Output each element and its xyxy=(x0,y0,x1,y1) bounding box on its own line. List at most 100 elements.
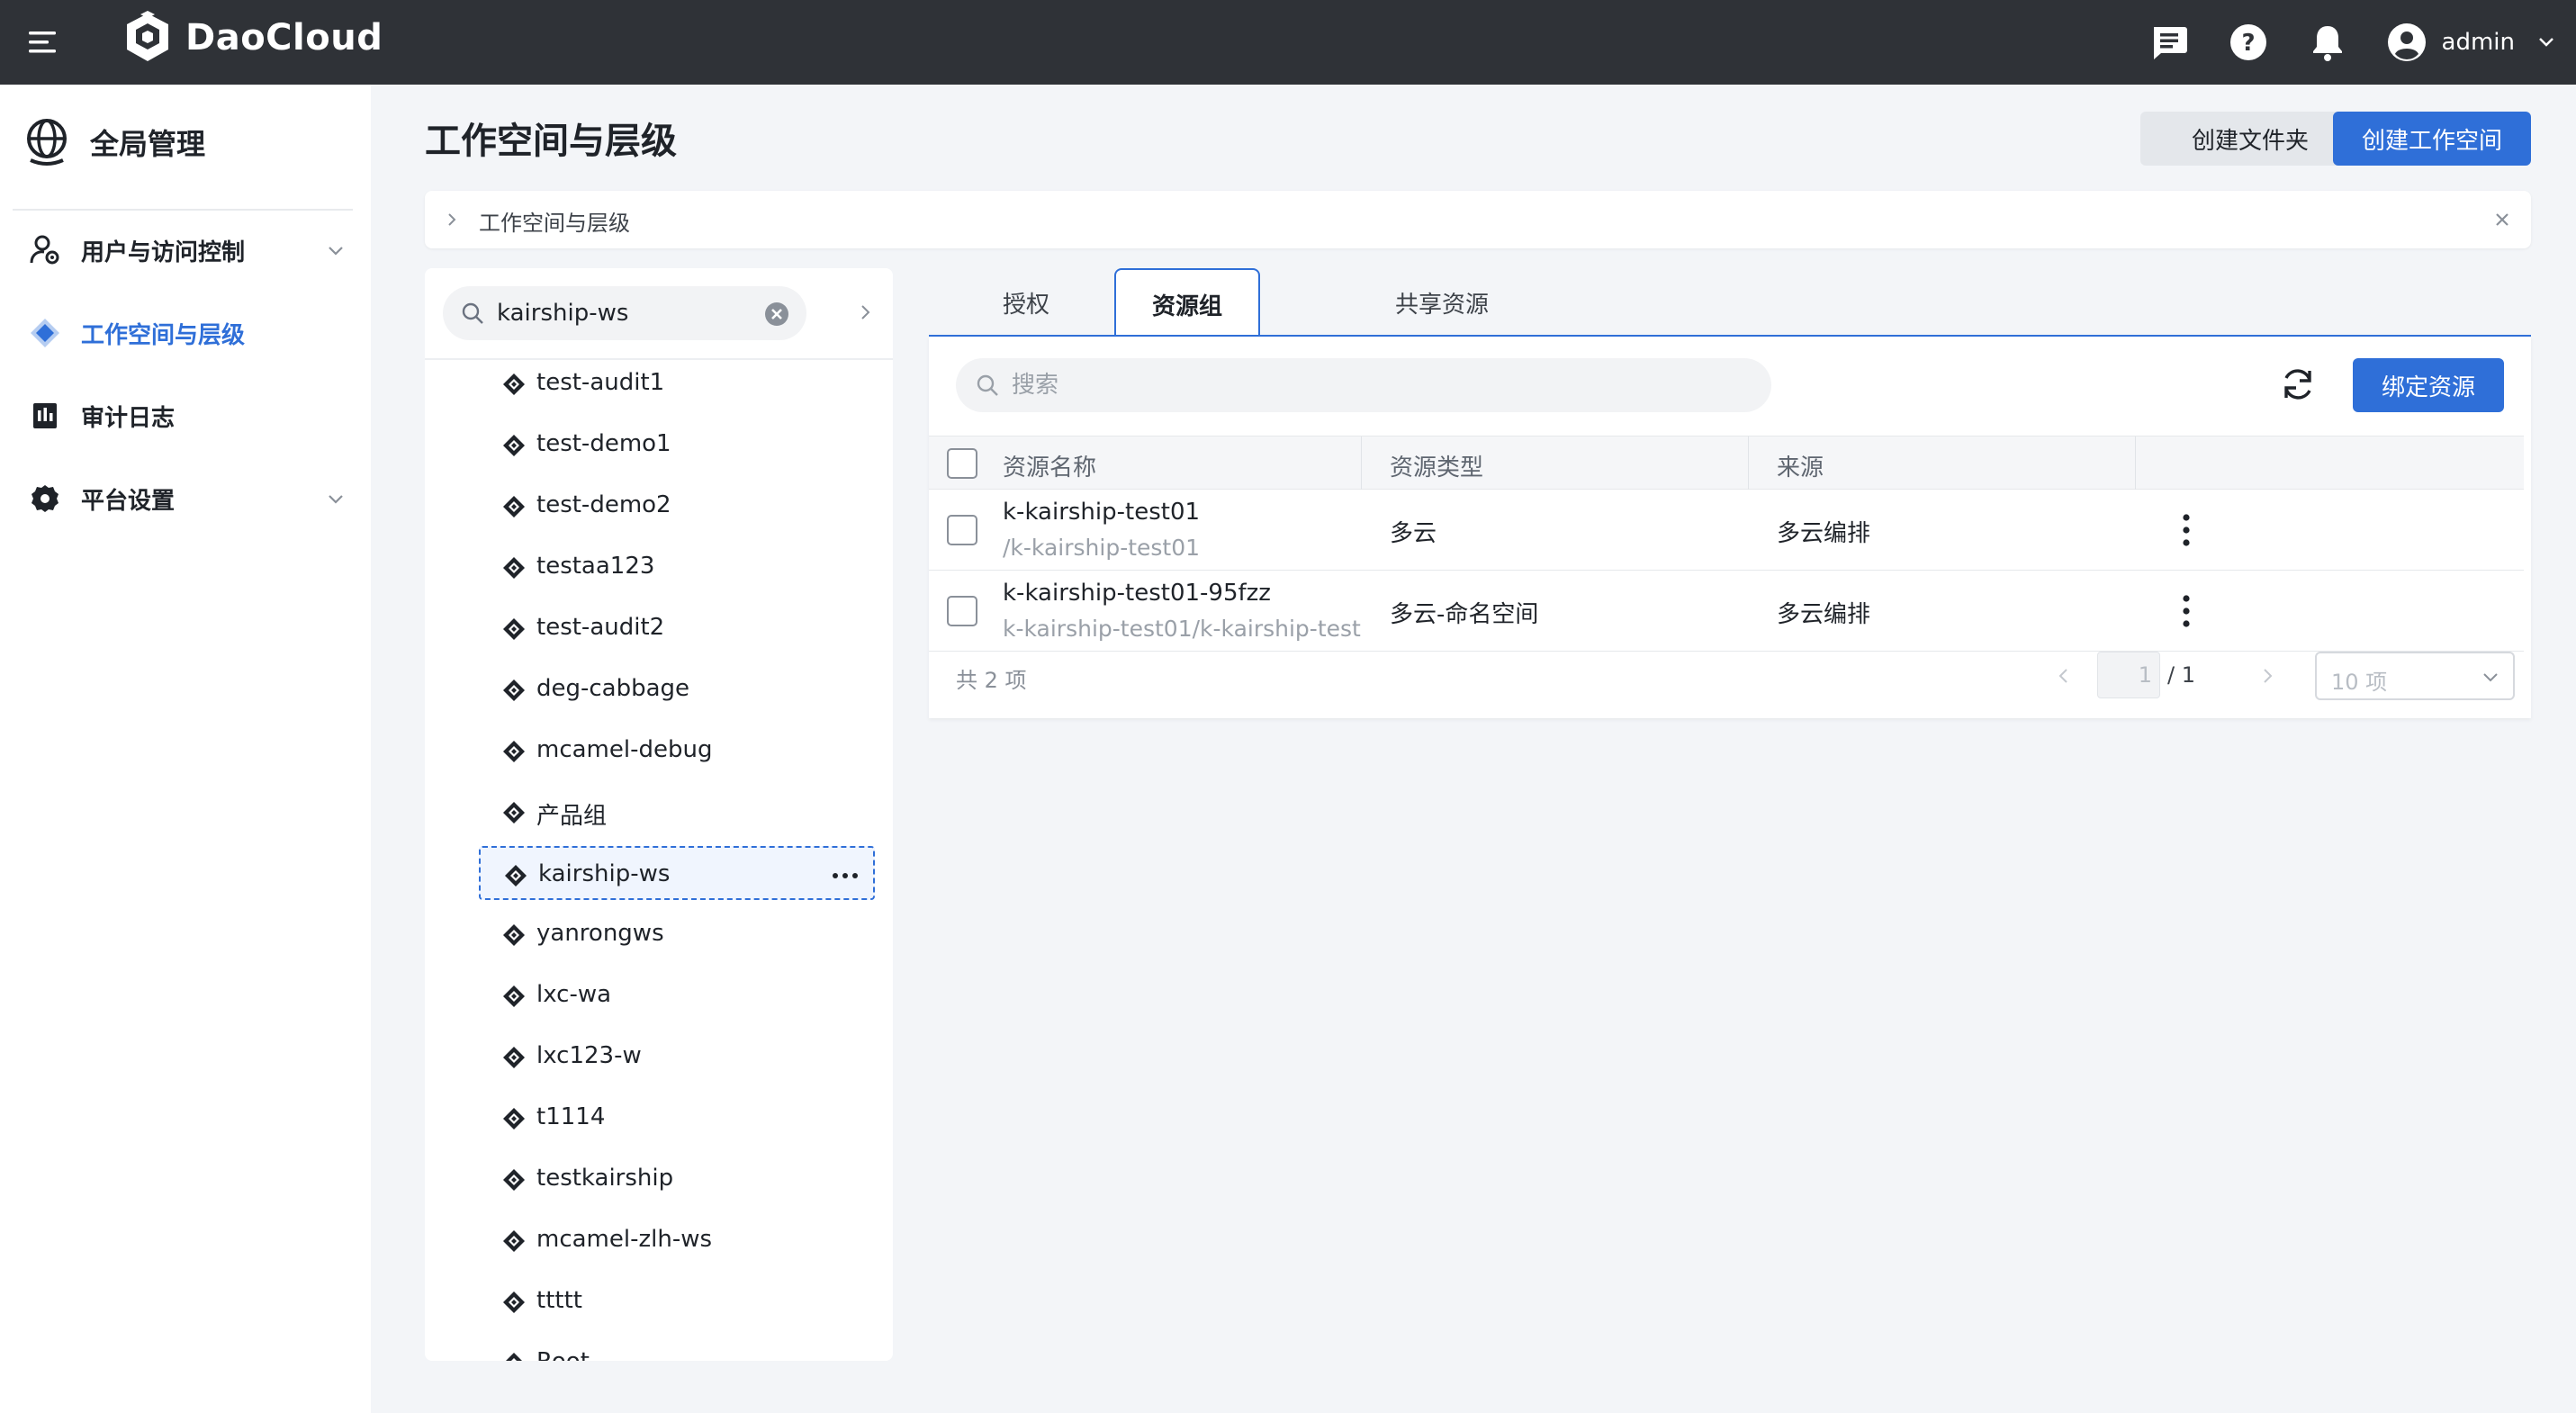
resource-type: 多云 xyxy=(1390,520,1437,547)
resource-search-input[interactable] xyxy=(1010,367,1730,403)
tree-node[interactable]: mcamel-debug xyxy=(479,724,875,778)
page-size-select[interactable]: 10 项 xyxy=(2315,652,2515,700)
tree-node-label: yanrongws xyxy=(536,920,664,947)
resource-name: k-kairship-test01 xyxy=(1003,499,1201,526)
globe-icon xyxy=(27,119,67,166)
create-folder-button[interactable]: 创建文件夹 xyxy=(2140,112,2360,166)
column-header-name: 资源名称 xyxy=(1003,454,1097,482)
workspace-tree-panel: test-audit1 test-demo1 test-demo2 testaa123… xyxy=(425,268,893,1361)
refresh-icon[interactable] xyxy=(2277,364,2319,405)
tree-node[interactable]: t1114 xyxy=(479,1091,875,1145)
tree-node-label: lxc-wa xyxy=(536,981,612,1008)
chevron-right-icon[interactable] xyxy=(855,302,875,322)
more-vertical-icon[interactable] xyxy=(2182,594,2191,628)
user-name: admin xyxy=(2441,29,2515,56)
sidebar-item-audit-log[interactable]: 审计日志 xyxy=(0,380,371,452)
gear-icon xyxy=(32,485,59,512)
tree-node-label: mcamel-debug xyxy=(536,736,713,763)
hamburger-icon[interactable] xyxy=(27,24,63,60)
resource-group-card: 绑定资源 资源名称 资源类型 来源 k-kairship-test01 /k-k… xyxy=(929,337,2531,718)
user-avatar-icon xyxy=(2387,23,2426,61)
tree-node[interactable]: deg-cabbage xyxy=(479,662,875,716)
workspace-diamond-icon xyxy=(503,802,525,824)
tree-node[interactable]: kairship-ws xyxy=(479,846,875,900)
tree-node[interactable]: 产品组 xyxy=(479,785,875,839)
search-icon xyxy=(462,302,483,324)
page-size-value: 10 项 xyxy=(2331,670,2388,695)
sidebar-item-users[interactable]: 用户与访问控制 xyxy=(0,214,371,286)
logo[interactable]: DaoCloud xyxy=(122,11,383,65)
sidebar-title: 全局管理 xyxy=(90,127,206,161)
workspace-diamond-icon xyxy=(31,319,59,347)
workspace-diamond-icon xyxy=(503,680,525,701)
chevron-right-icon[interactable] xyxy=(443,211,461,229)
chevron-left-icon[interactable] xyxy=(2054,666,2074,686)
tree-node-label: 产品组 xyxy=(536,803,608,830)
tree-node[interactable]: mcamel-zlh-ws xyxy=(479,1213,875,1267)
user-menu[interactable]: admin xyxy=(2386,22,2556,63)
sidebar-item-label: 审计日志 xyxy=(81,404,176,432)
workspace-diamond-icon xyxy=(503,1108,525,1130)
workspace-diamond-icon xyxy=(503,374,525,395)
message-icon[interactable] xyxy=(2148,22,2190,63)
tree-search xyxy=(443,286,806,340)
tree-node-label: test-audit2 xyxy=(536,614,665,641)
row-checkbox[interactable] xyxy=(947,596,977,626)
tab-shared-resources[interactable]: 共享资源 xyxy=(1289,268,1595,337)
tree-node[interactable]: test-audit2 xyxy=(479,601,875,655)
resource-search xyxy=(956,358,1771,412)
sidebar-divider xyxy=(13,209,353,211)
daocloud-cube-icon xyxy=(127,11,168,61)
tree-node[interactable]: lxc-wa xyxy=(479,968,875,1022)
svg-text:?: ? xyxy=(2241,30,2255,57)
column-separator xyxy=(2135,436,2136,490)
workspace-diamond-icon xyxy=(503,1230,525,1252)
user-access-icon xyxy=(30,235,59,265)
breadcrumb-item[interactable]: 工作空间与层级 xyxy=(479,205,630,237)
row-checkbox[interactable] xyxy=(947,515,977,545)
sidebar: 全局管理 用户与访问控制 工作空间与层级 审计日志 平台设置 xyxy=(0,85,371,1413)
more-horizontal-icon[interactable] xyxy=(832,871,859,880)
audit-log-icon xyxy=(33,403,57,428)
tree-node-label: test-demo1 xyxy=(536,430,671,457)
bind-resource-button[interactable]: 绑定资源 xyxy=(2353,358,2504,412)
page-total: / 1 xyxy=(2167,662,2195,688)
select-all-checkbox[interactable] xyxy=(947,448,977,479)
resource-source: 多云编排 xyxy=(1777,520,1871,547)
close-icon[interactable] xyxy=(2493,211,2511,229)
tab-resource-group[interactable]: 资源组 xyxy=(1114,268,1260,338)
workspace-diamond-icon xyxy=(506,1353,522,1361)
clear-icon[interactable] xyxy=(763,301,790,328)
tree-node[interactable]: test-demo1 xyxy=(479,418,875,472)
workspace-diamond-icon xyxy=(503,557,525,579)
sidebar-header: 全局管理 xyxy=(23,117,205,167)
help-icon[interactable]: ? xyxy=(2228,22,2269,63)
table-row[interactable]: k-kairship-test01 /k-kairship-test01 多云 … xyxy=(929,490,2524,571)
tab-authorization[interactable]: 授权 xyxy=(965,268,1087,337)
chevron-right-icon[interactable] xyxy=(2257,666,2277,686)
table-row[interactable]: k-kairship-test01-95fzz k-kairship-test0… xyxy=(929,571,2524,652)
tree-node[interactable]: test-audit1 xyxy=(479,358,875,410)
tree-node[interactable]: testkairship xyxy=(479,1152,875,1206)
chevron-down-icon xyxy=(329,495,343,504)
more-vertical-icon[interactable] xyxy=(2182,513,2191,547)
sidebar-item-workspace[interactable]: 工作空间与层级 xyxy=(0,297,371,369)
tree-node[interactable]: testaa123 xyxy=(479,540,875,594)
tree-search-input[interactable] xyxy=(495,295,765,331)
sidebar-item-platform-settings[interactable]: 平台设置 xyxy=(0,463,371,535)
tree-node[interactable]: Root xyxy=(479,1336,875,1361)
bell-icon[interactable] xyxy=(2307,22,2348,63)
tree-node[interactable]: lxc123-w xyxy=(479,1030,875,1084)
tab-bar: 授权 资源组 共享资源 xyxy=(929,268,2531,338)
column-header-type: 资源类型 xyxy=(1390,454,1484,482)
tree-node[interactable]: test-demo2 xyxy=(479,479,875,533)
page-number-input[interactable]: 1 xyxy=(2097,652,2160,698)
tree-node[interactable]: ttttt xyxy=(479,1274,875,1328)
workspace-diamond-icon xyxy=(505,865,527,886)
workspace-diamond-icon xyxy=(503,1292,525,1313)
tree-list: test-audit1 test-demo1 test-demo2 testaa123… xyxy=(425,358,893,1361)
resource-path: /k-kairship-test01 xyxy=(1003,535,1201,561)
create-workspace-button[interactable]: 创建工作空间 xyxy=(2333,112,2531,166)
workspace-diamond-icon xyxy=(503,435,525,456)
tree-node[interactable]: yanrongws xyxy=(479,907,875,961)
